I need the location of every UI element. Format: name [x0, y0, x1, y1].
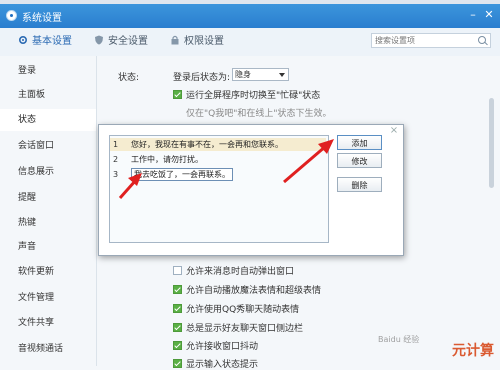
watermark-subtext: Baidu 经验 [378, 335, 420, 344]
red-arrow-icon [283, 139, 334, 184]
watermark-logo: 元计算 [452, 343, 494, 359]
red-arrow-icon [118, 173, 142, 199]
annotation-arrows [118, 139, 334, 199]
